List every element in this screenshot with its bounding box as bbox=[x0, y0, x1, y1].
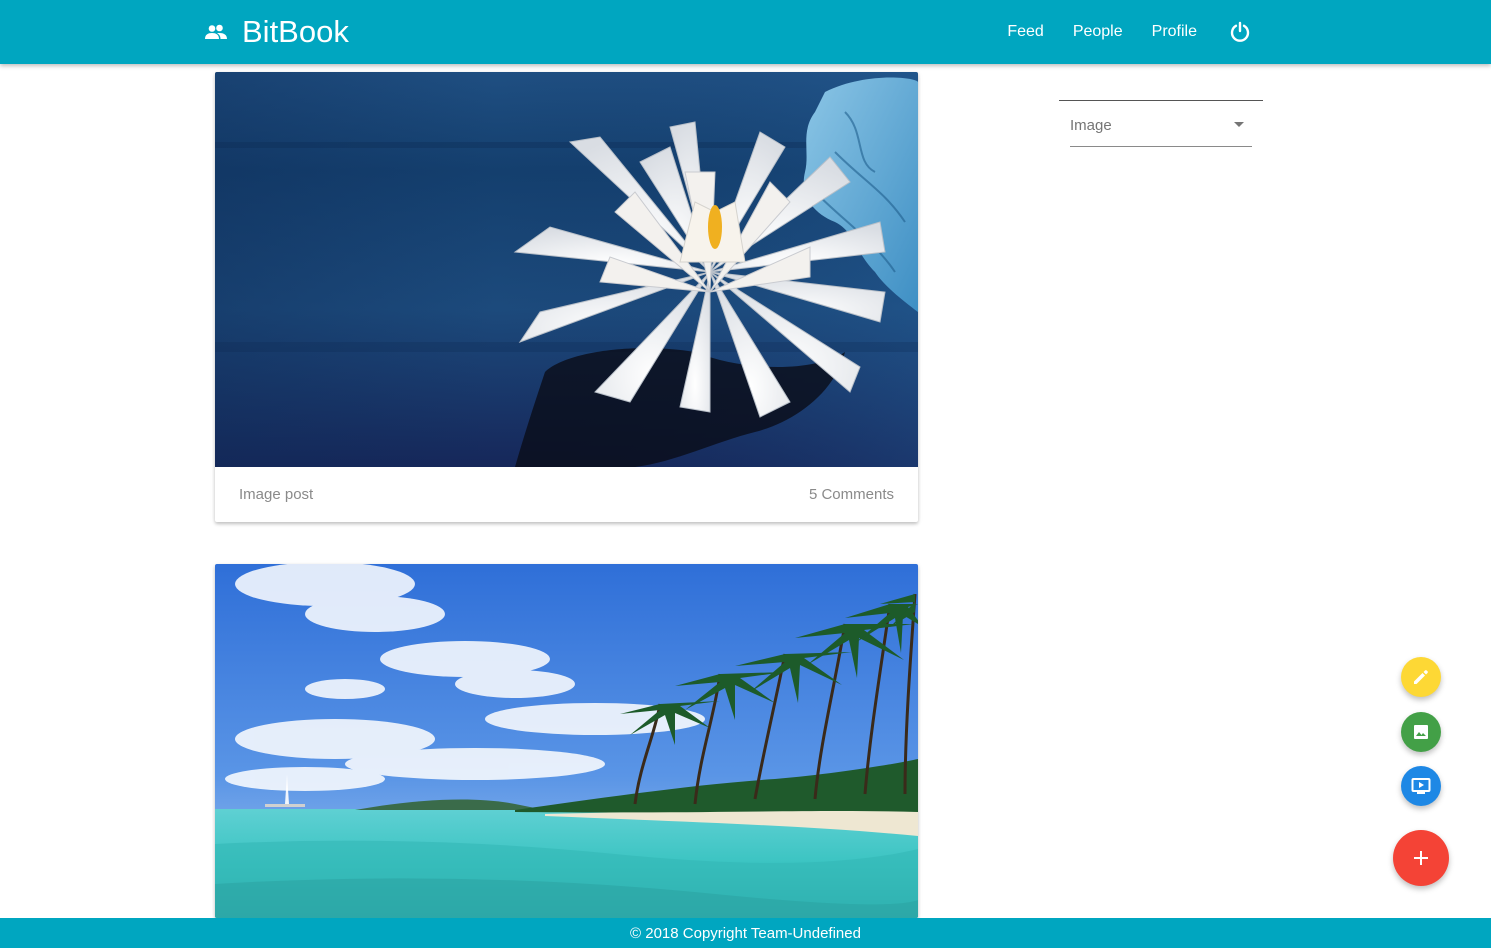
new-text-post-button[interactable] bbox=[1401, 657, 1441, 697]
beach-image bbox=[215, 564, 918, 918]
comments-count-link[interactable]: 5 Comments bbox=[809, 486, 894, 503]
post-type-select[interactable]: Image bbox=[1070, 101, 1252, 147]
new-image-post-button[interactable] bbox=[1401, 712, 1441, 752]
logout-button[interactable] bbox=[1229, 21, 1251, 43]
post-card[interactable] bbox=[215, 564, 918, 918]
image-icon bbox=[1414, 725, 1428, 739]
nav-link-feed[interactable]: Feed bbox=[1007, 23, 1043, 41]
post-image[interactable] bbox=[215, 72, 918, 467]
nav-link-profile[interactable]: Profile bbox=[1152, 23, 1197, 41]
plus-icon bbox=[1414, 851, 1428, 865]
chevron-down-icon bbox=[1234, 122, 1244, 127]
post-card[interactable]: Image post 5 Comments bbox=[215, 72, 918, 522]
post-type-label: Image post bbox=[239, 486, 314, 503]
post-image[interactable] bbox=[215, 564, 918, 918]
create-post-button[interactable] bbox=[1393, 830, 1449, 886]
select-value: Image bbox=[1070, 117, 1112, 134]
brand-title: BitBook bbox=[242, 14, 349, 49]
people-icon bbox=[205, 24, 227, 39]
post-footer: Image post 5 Comments bbox=[215, 467, 918, 522]
pencil-icon bbox=[1414, 670, 1428, 684]
page-footer: © 2018 Copyright Team-Undefined bbox=[0, 918, 1491, 948]
copyright-text: © 2018 Copyright Team-Undefined bbox=[630, 924, 861, 942]
top-navbar: BitBook Feed People Profile bbox=[0, 0, 1491, 64]
post-filter: Image bbox=[1059, 100, 1263, 147]
power-icon bbox=[1230, 21, 1250, 42]
nav-link-people[interactable]: People bbox=[1073, 23, 1123, 41]
nav-links: Feed People Profile bbox=[978, 0, 1251, 64]
video-icon bbox=[1411, 778, 1431, 794]
water-lily-image bbox=[215, 72, 918, 467]
brand-link[interactable]: BitBook bbox=[204, 14, 349, 50]
new-video-post-button[interactable] bbox=[1401, 766, 1441, 806]
